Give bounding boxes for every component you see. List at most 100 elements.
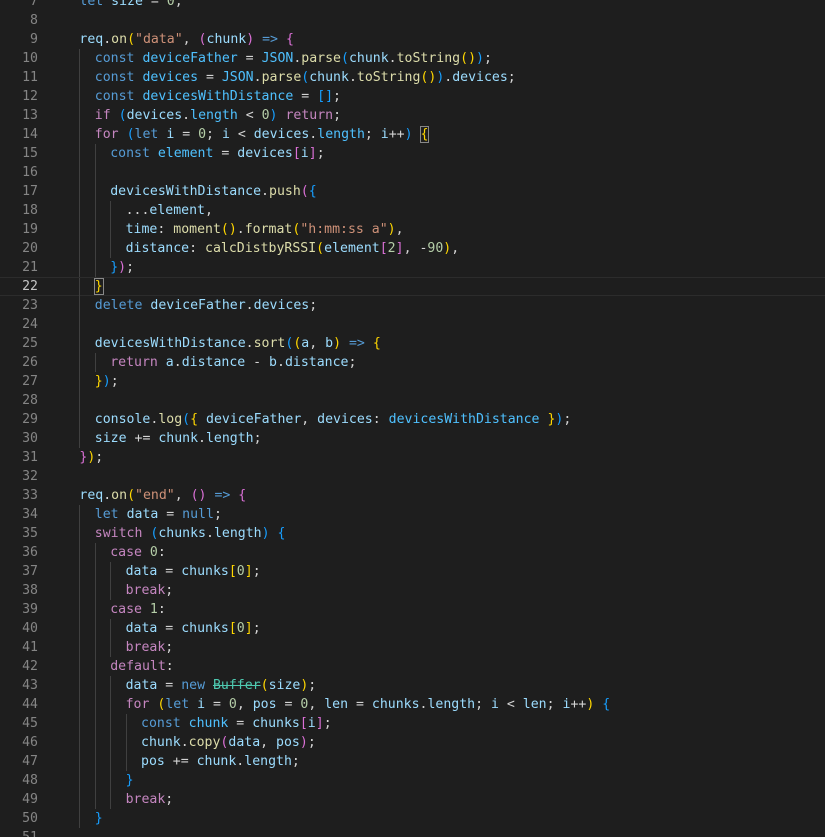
code-line[interactable]: 41 break; bbox=[0, 638, 825, 657]
code-token: element bbox=[157, 146, 214, 161]
code-token: i bbox=[380, 127, 389, 142]
code-line[interactable]: 30 size += chunk.length; bbox=[0, 429, 825, 448]
code-text: const devicesWithDistance = []; bbox=[95, 87, 341, 106]
code-line[interactable]: 9 req.on("data", (chunk) => { bbox=[0, 30, 825, 49]
code-line[interactable]: 45 const chunk = chunks[i]; bbox=[0, 714, 825, 733]
code-token: on bbox=[111, 488, 128, 503]
code-line[interactable]: 47 pos += chunk.length; bbox=[0, 752, 825, 771]
code-line[interactable]: 20 distance: calcDistbyRSSI(element[2], -… bbox=[0, 239, 825, 258]
code-line[interactable]: 34 let data = null; bbox=[0, 505, 825, 524]
indent-guide bbox=[94, 714, 96, 733]
code-token: data bbox=[125, 678, 158, 693]
code-token: = bbox=[228, 716, 253, 731]
code-line[interactable]: 24 bbox=[0, 315, 825, 334]
code-token: if bbox=[94, 108, 111, 123]
code-token: ( bbox=[198, 32, 207, 47]
code-line[interactable]: 48} bbox=[0, 771, 825, 790]
code-text: req.on("end", () => { bbox=[79, 486, 246, 505]
code-line[interactable]: 28 bbox=[0, 391, 825, 410]
code-token: distance bbox=[284, 355, 349, 370]
line-number: 17 bbox=[22, 184, 38, 199]
code-line[interactable]: 37 data = chunks[0]; bbox=[0, 562, 825, 581]
indent-guide bbox=[110, 581, 112, 600]
code-line[interactable]: 42 default: bbox=[0, 657, 825, 676]
code-line[interactable]: 14 for (let i = 0; i < devices.length; i+… bbox=[0, 125, 825, 144]
code-line[interactable]: 10 const deviceFather = JSON.parse(chunk.… bbox=[0, 49, 825, 68]
code-line[interactable]: 23 delete deviceFather.devices; bbox=[0, 296, 825, 315]
code-token: ) bbox=[404, 127, 413, 142]
code-line[interactable]: 36 case 0: bbox=[0, 543, 825, 562]
code-token: i bbox=[491, 697, 499, 712]
code-token: , bbox=[182, 32, 199, 47]
code-line[interactable]: 27}); bbox=[0, 372, 825, 391]
code-token: { bbox=[190, 412, 206, 427]
indent-guide bbox=[110, 562, 112, 581]
indent-guide bbox=[79, 752, 81, 771]
code-line[interactable]: 46 chunk.copy(data, pos); bbox=[0, 733, 825, 752]
code-token: chunks bbox=[158, 526, 206, 541]
code-token: ( bbox=[316, 241, 325, 256]
code-line[interactable]: 12 const devicesWithDistance = []; bbox=[0, 87, 825, 106]
code-line[interactable]: 50} bbox=[0, 809, 825, 828]
code-token: devices bbox=[142, 70, 199, 85]
indent-guide bbox=[79, 296, 81, 315]
code-line[interactable]: 19 time: moment().format("h:mm:ss a"), bbox=[0, 220, 825, 239]
code-line[interactable]: 38 break; bbox=[0, 581, 825, 600]
code-text: let data = null; bbox=[95, 505, 222, 524]
code-line[interactable]: 13 if (devices.length < 0) return; bbox=[0, 106, 825, 125]
indent-guide bbox=[79, 714, 81, 733]
code-line[interactable]: 44 for (let i = 0, pos = 0, len = chunks.… bbox=[0, 695, 825, 714]
code-line[interactable]: 22} bbox=[0, 277, 825, 297]
code-line[interactable]: 16 bbox=[0, 163, 825, 182]
code-token: element bbox=[324, 241, 380, 256]
code-line[interactable]: 51 bbox=[0, 828, 825, 837]
code-token: JSON bbox=[261, 51, 294, 66]
line-number: 20 bbox=[22, 241, 38, 256]
code-token: moment bbox=[173, 222, 221, 237]
code-token: ; bbox=[126, 260, 135, 275]
code-line[interactable]: 33 req.on("end", () => { bbox=[0, 486, 825, 505]
code-text: distance: calcDistbyRSSI(element[2], -90… bbox=[126, 239, 460, 258]
code-token: , bbox=[205, 203, 213, 218]
code-token: ; bbox=[333, 108, 342, 123]
code-token: const bbox=[94, 70, 135, 85]
code-token: = bbox=[157, 564, 182, 579]
code-line[interactable]: 21}); bbox=[0, 258, 825, 277]
code-line[interactable]: 18 ...element, bbox=[0, 201, 825, 220]
code-token: < bbox=[237, 108, 262, 123]
indent-guide bbox=[94, 600, 96, 619]
code-editor[interactable]: 7 let size = 0; 8 9 req.on("data", (chunk) =… bbox=[0, 0, 825, 837]
code-line[interactable]: 43 data = new Buffer(size); bbox=[0, 676, 825, 695]
code-token: : bbox=[372, 412, 389, 427]
code-token: Buffer bbox=[212, 678, 261, 693]
code-token: distance bbox=[125, 241, 190, 256]
code-token: . bbox=[261, 184, 269, 199]
code-line[interactable]: 7 let size = 0; bbox=[0, 0, 825, 11]
indent-guide bbox=[79, 733, 81, 752]
code-line[interactable]: 39 case 1: bbox=[0, 600, 825, 619]
code-line[interactable]: 8 bbox=[0, 11, 825, 30]
code-line[interactable]: 25 devicesWithDistance.sort((a, b) => { bbox=[0, 334, 825, 353]
code-line[interactable]: 35 switch (chunks.length) { bbox=[0, 524, 825, 543]
code-token: ) bbox=[476, 51, 484, 66]
code-line[interactable]: 11 const devices = JSON.parse(chunk.toStr… bbox=[0, 68, 825, 87]
code-text: break; bbox=[126, 581, 174, 600]
code-token: 0 bbox=[236, 564, 245, 579]
indent-guide bbox=[79, 182, 81, 201]
code-line[interactable]: 49 break; bbox=[0, 790, 825, 809]
code-line[interactable]: 32 bbox=[0, 467, 825, 486]
indent-guide bbox=[110, 771, 112, 790]
code-line[interactable]: 17 devicesWithDistance.push({ bbox=[0, 182, 825, 201]
code-line[interactable]: 26 return a.distance - b.distance; bbox=[0, 353, 825, 372]
code-token: const bbox=[110, 146, 150, 161]
code-line[interactable]: 15 const element = devices[i]; bbox=[0, 144, 825, 163]
line-number: 37 bbox=[22, 564, 38, 579]
code-line[interactable]: 40 data = chunks[0]; bbox=[0, 619, 825, 638]
indent-guide bbox=[79, 258, 81, 277]
code-line[interactable]: 31}); bbox=[0, 448, 825, 467]
indent-guide bbox=[94, 638, 96, 657]
indent-guide bbox=[94, 353, 96, 372]
code-line[interactable]: 29 console.log({ deviceFather, devices: d… bbox=[0, 410, 825, 429]
line-number: 33 bbox=[22, 488, 38, 503]
